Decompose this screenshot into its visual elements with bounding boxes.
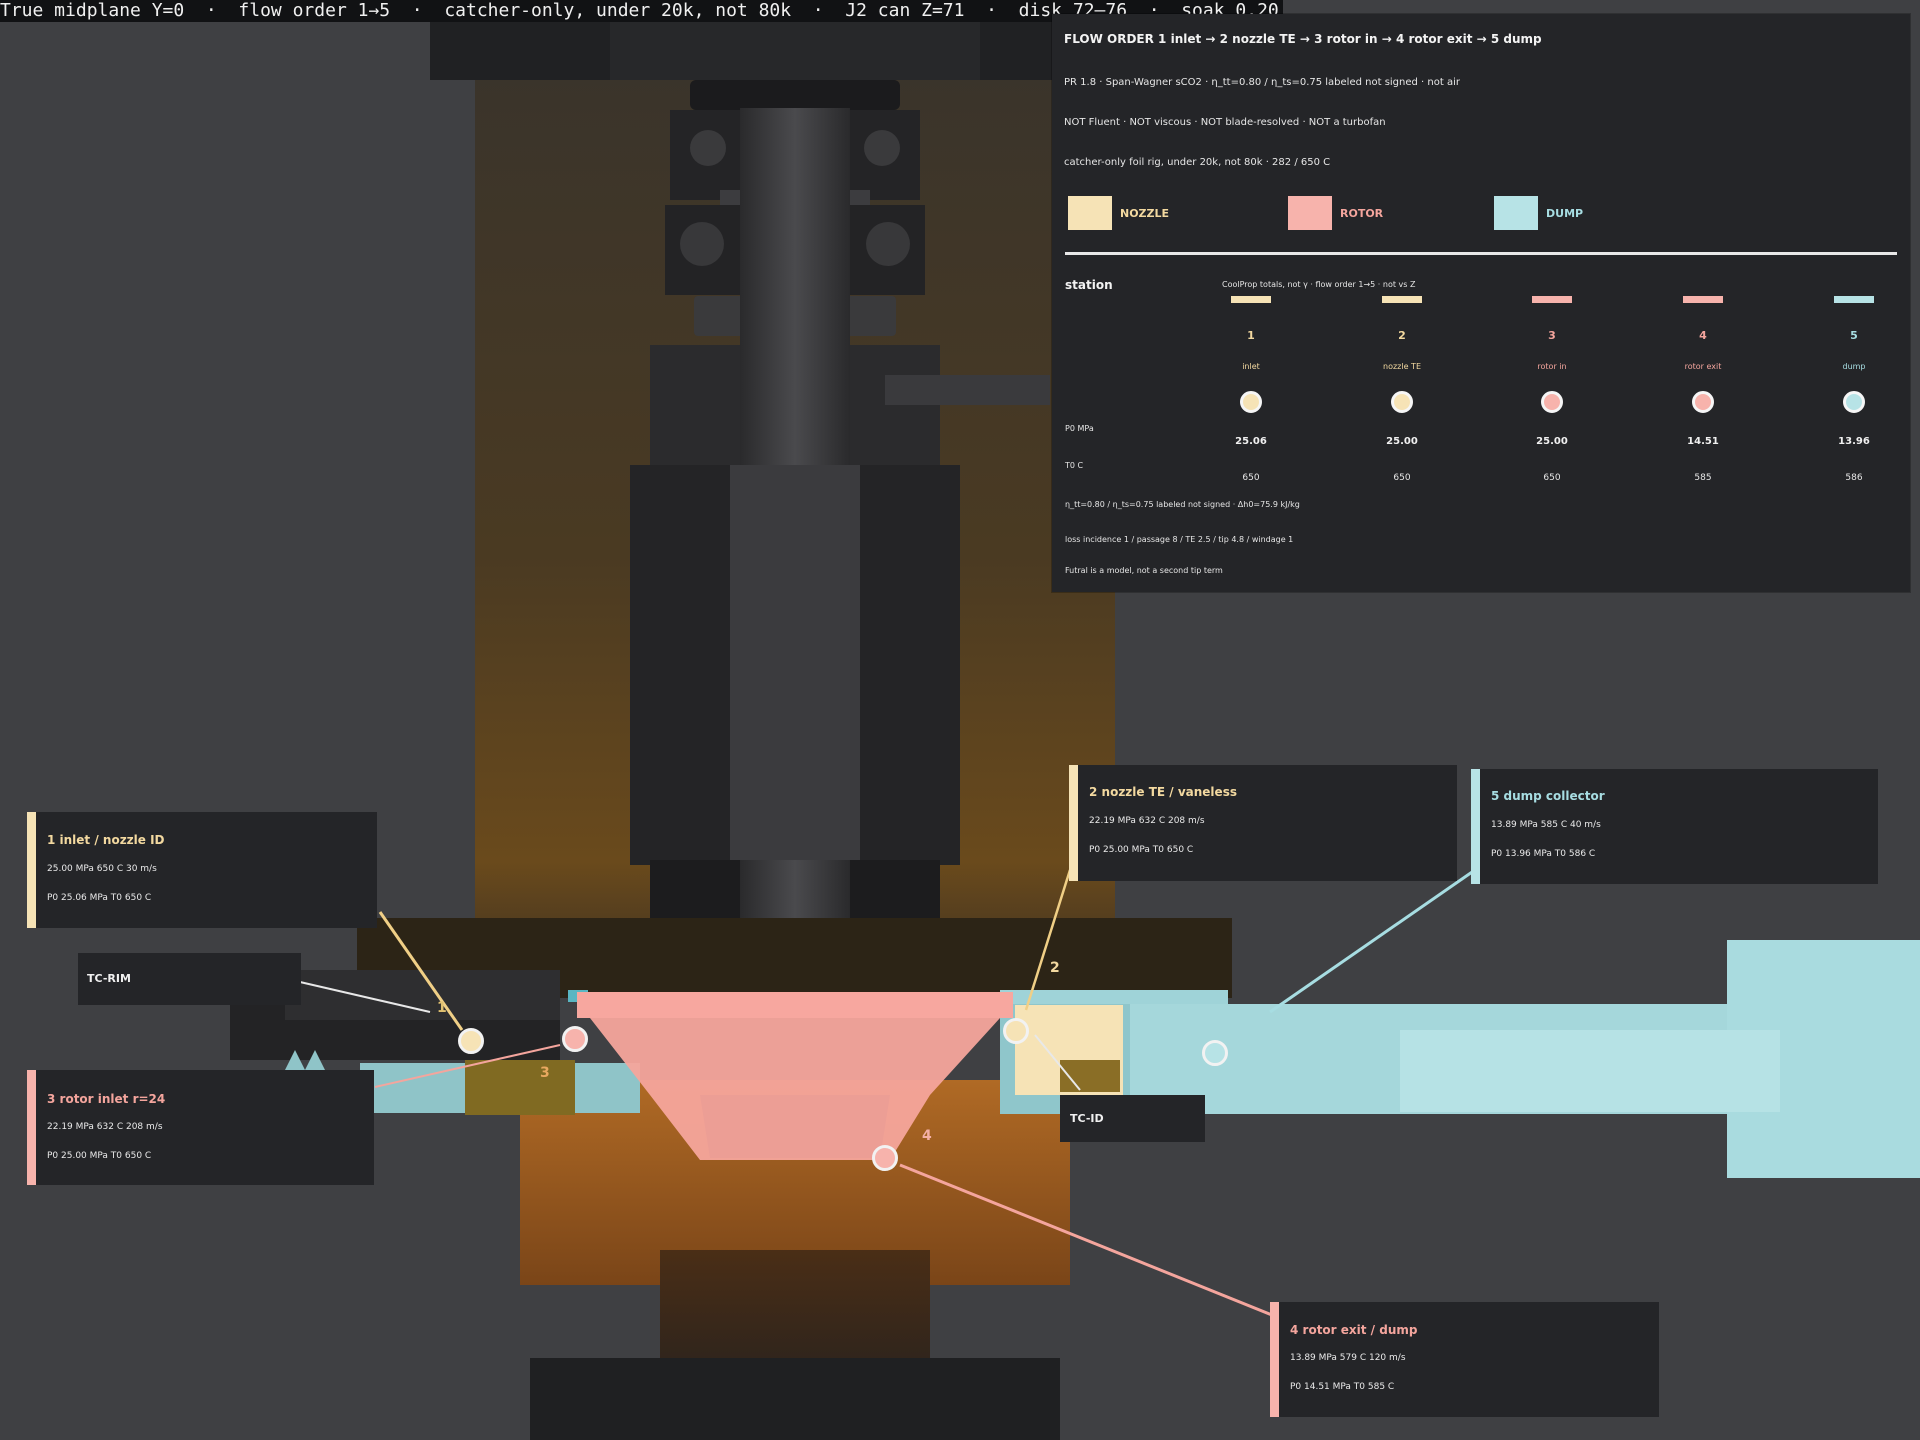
station-name: dump: [1842, 362, 1866, 371]
station-t0: 650: [1393, 473, 1411, 483]
station-marker-5[interactable]: [1202, 1040, 1228, 1066]
station-p0: 25.00: [1536, 436, 1568, 447]
station-number: 1: [1247, 329, 1255, 342]
station-number: 3: [1548, 329, 1556, 342]
station-p0: 13.96: [1838, 436, 1870, 447]
scene-number-2: 2: [1050, 960, 1060, 976]
scene-number-3: 3: [540, 1065, 550, 1081]
legend-panel: FLOW ORDER 1 inlet → 2 nozzle TE → 3 rot…: [1052, 14, 1910, 592]
legend-footer-1: η_tt=0.80 / η_ts=0.75 labeled not signed…: [1065, 500, 1300, 509]
callout-dump: 5 dump collector 13.89 MPa 585 C 40 m/s …: [1471, 769, 1878, 884]
station-name: rotor in: [1537, 362, 1567, 371]
station-t0: 650: [1242, 473, 1260, 483]
station-dot[interactable]: [1541, 391, 1563, 413]
legend-footer-2: loss incidence 1 / passage 8 / TE 2.5 / …: [1065, 535, 1294, 544]
station-color-bar: [1532, 296, 1572, 303]
station-p0: 25.00: [1386, 436, 1418, 447]
station-color-bar: [1834, 296, 1874, 303]
station-dot[interactable]: [1692, 391, 1714, 413]
station-color-bar: [1382, 296, 1422, 303]
row-label-t0: T0 C: [1065, 461, 1084, 470]
station-column-5: 5 dump 13.96 586: [1794, 296, 1914, 486]
station-color-bar: [1231, 296, 1271, 303]
station-dot[interactable]: [1240, 391, 1262, 413]
station-name: rotor exit: [1684, 362, 1722, 371]
flow-order-title: FLOW ORDER 1 inlet → 2 nozzle TE → 3 rot…: [1064, 32, 1542, 46]
callout-nozzle-te: 2 nozzle TE / vaneless 22.19 MPa 632 C 2…: [1069, 765, 1457, 881]
station-dot[interactable]: [1843, 391, 1865, 413]
legend-line-3: catcher-only foil rig, under 20k, not 80…: [1064, 157, 1331, 168]
callout-inlet: 1 inlet / nozzle ID 25.00 MPa 650 C 30 m…: [27, 812, 377, 928]
row-label-p0: P0 MPa: [1065, 424, 1094, 433]
tag-tc-rim: TC-RIM: [78, 953, 301, 1005]
station-number: 4: [1699, 329, 1707, 342]
station-marker-3[interactable]: [562, 1026, 588, 1052]
station-note: CoolProp totals, not γ · flow order 1→5 …: [1222, 280, 1416, 289]
scene-number-4: 4: [922, 1128, 932, 1144]
station-header: station: [1065, 278, 1113, 292]
station-column-2: 2 nozzle TE 25.00 650: [1342, 296, 1462, 486]
station-column-3: 3 rotor in 25.00 650: [1492, 296, 1612, 486]
tag-tc-id: TC-ID: [1060, 1095, 1205, 1142]
station-p0: 25.06: [1235, 436, 1267, 447]
station-number: 5: [1850, 329, 1858, 342]
legend-line-2: NOT Fluent · NOT viscous · NOT blade-res…: [1064, 117, 1386, 128]
station-name: inlet: [1242, 362, 1260, 371]
station-color-bar: [1683, 296, 1723, 303]
station-number: 2: [1398, 329, 1406, 342]
callout-rotor-inlet: 3 rotor inlet r=24 22.19 MPa 632 C 208 m…: [27, 1070, 374, 1185]
station-marker-4[interactable]: [872, 1145, 898, 1171]
station-t0: 650: [1543, 473, 1561, 483]
station-t0: 586: [1845, 473, 1863, 483]
station-column-4: 4 rotor exit 14.51 585: [1643, 296, 1763, 486]
scene-number-1: 1: [437, 1000, 447, 1016]
legend-footer-3: Futral is a model, not a second tip term: [1065, 566, 1223, 575]
station-p0: 14.51: [1687, 436, 1719, 447]
legend-line-1: PR 1.8 · Span-Wagner sCO2 · η_tt=0.80 / …: [1064, 77, 1460, 88]
callout-rotor-exit: 4 rotor exit / dump 13.89 MPa 579 C 120 …: [1270, 1302, 1659, 1417]
turbine-cutaway-scene: True midplane Y=0 · flow order 1→5 · cat…: [0, 0, 1920, 1440]
station-marker-1[interactable]: [458, 1028, 484, 1054]
station-marker-2[interactable]: [1003, 1018, 1029, 1044]
station-dot[interactable]: [1391, 391, 1413, 413]
station-t0: 585: [1694, 473, 1712, 483]
station-column-1: 1 inlet 25.06 650: [1191, 296, 1311, 486]
legend-divider: [1065, 252, 1897, 255]
station-name: nozzle TE: [1383, 362, 1421, 371]
